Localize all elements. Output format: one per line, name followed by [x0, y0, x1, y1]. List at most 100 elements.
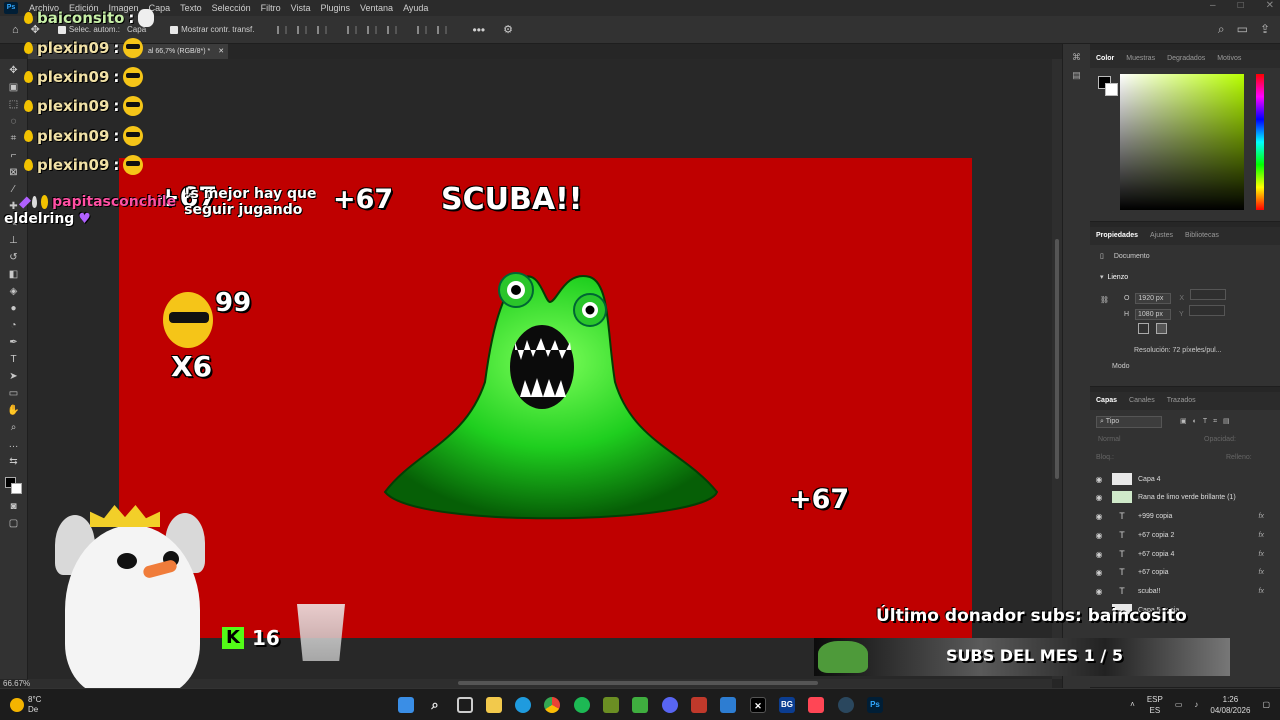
photoshop-taskbar-icon[interactable]: Ps: [867, 697, 883, 713]
bg-app-icon[interactable]: BG: [779, 697, 795, 713]
layer-row[interactable]: ◉ Rana de limo verde brillante (1): [1090, 488, 1280, 506]
tab-trazados[interactable]: Trazados: [1167, 397, 1196, 405]
layer-row[interactable]: ◉ T +67 copia 2 fx: [1090, 526, 1280, 544]
marquee-tool-icon[interactable]: ⬚: [7, 99, 21, 110]
align-center-icon[interactable]: [296, 25, 307, 34]
menu-texto[interactable]: Texto: [175, 3, 207, 13]
align-top-icon[interactable]: [346, 25, 357, 34]
scroll-thumb[interactable]: [458, 681, 818, 685]
align-middle-icon[interactable]: [366, 25, 377, 34]
tab-capas[interactable]: Capas: [1096, 397, 1117, 405]
height-input[interactable]: 1080 px: [1135, 309, 1172, 320]
eraser-tool-icon[interactable]: ◧: [7, 269, 21, 280]
windows-start-icon[interactable]: [398, 697, 414, 713]
hand-tool-icon[interactable]: ✋: [7, 405, 21, 416]
notifications-icon[interactable]: ▢: [1262, 694, 1270, 716]
document-canvas[interactable]: +67 +67 SCUBA!! 99 X6 +67: [119, 158, 972, 638]
creeper-icon[interactable]: [632, 697, 648, 713]
task-view-icon[interactable]: [457, 697, 473, 713]
clock[interactable]: 1:26 04/08/2026: [1210, 694, 1250, 716]
tab-bibliotecas[interactable]: Bibliotecas: [1185, 232, 1219, 240]
tab-canales[interactable]: Canales: [1129, 397, 1155, 405]
search-icon[interactable]: ⌕: [427, 697, 443, 713]
discord-icon[interactable]: [662, 697, 678, 713]
menu-seleccion[interactable]: Selección: [207, 3, 256, 13]
crop-tool-icon[interactable]: ⌐: [7, 150, 21, 161]
canvas-section[interactable]: ▾ Lienzo: [1100, 273, 1128, 281]
stamp-tool-icon[interactable]: ⊥: [7, 235, 21, 246]
close-tab-icon[interactable]: ✕: [218, 48, 224, 55]
capcut-icon[interactable]: ✕: [750, 697, 766, 713]
type-tool-icon[interactable]: T: [7, 354, 21, 365]
rectangle-tool-icon[interactable]: ▭: [7, 388, 21, 399]
search-icon[interactable]: ⌕: [1218, 22, 1225, 37]
eye-icon[interactable]: ◉: [1090, 493, 1108, 502]
valorant-icon[interactable]: [808, 697, 824, 713]
portrait-icon[interactable]: [1138, 323, 1149, 334]
blend-mode-select[interactable]: Normal: [1098, 436, 1121, 443]
x-input[interactable]: [1189, 289, 1226, 300]
color-swatches[interactable]: [4, 477, 23, 495]
eye-icon[interactable]: ◉: [1090, 531, 1108, 540]
fx-icon[interactable]: fx: [1259, 532, 1264, 539]
tab-propiedades[interactable]: Propiedades: [1096, 232, 1138, 240]
eyedropper-tool-icon[interactable]: ⁄: [7, 184, 21, 195]
eye-icon[interactable]: ◉: [1090, 475, 1108, 484]
path-select-tool-icon[interactable]: ➤: [7, 371, 21, 382]
fx-icon[interactable]: fx: [1259, 588, 1264, 595]
screen-mode-icon[interactable]: ▢: [7, 518, 21, 529]
chevron-up-icon[interactable]: ˄: [1130, 694, 1135, 716]
frame-tool-icon[interactable]: ⊠: [7, 167, 21, 178]
store-icon[interactable]: [720, 697, 736, 713]
background-color[interactable]: [10, 483, 22, 494]
quick-mask-icon[interactable]: ◙: [7, 501, 21, 512]
menu-ayuda[interactable]: Ayuda: [398, 3, 433, 13]
width-input[interactable]: 1920 px: [1135, 293, 1172, 304]
fx-icon[interactable]: fx: [1259, 551, 1264, 558]
edge-icon[interactable]: [515, 697, 531, 713]
eye-icon[interactable]: ◉: [1090, 568, 1108, 577]
color-picker-field[interactable]: [1120, 74, 1244, 210]
layer-row[interactable]: ◉ Capa 4: [1090, 470, 1280, 488]
layer-filter-icons[interactable]: ▣◐T⌗▤: [1180, 417, 1236, 426]
language-indicator[interactable]: ESP ES: [1147, 694, 1163, 716]
zoom-tool-icon[interactable]: ⌕: [7, 422, 21, 433]
distribute-icon[interactable]: [416, 25, 427, 34]
blur-tool-icon[interactable]: ●: [7, 303, 21, 314]
eye-icon[interactable]: ◉: [1090, 512, 1108, 521]
chrome-icon[interactable]: [544, 697, 560, 713]
share-icon[interactable]: ⇪: [1260, 22, 1270, 37]
more-options-icon[interactable]: •••: [473, 23, 486, 37]
tab-degradados[interactable]: Degradados: [1167, 55, 1205, 63]
layer-row[interactable]: ◉ T scuba!! fx: [1090, 582, 1280, 600]
scroll-thumb[interactable]: [1055, 239, 1059, 479]
app-icon[interactable]: [691, 697, 707, 713]
eye-icon[interactable]: ◉: [1090, 587, 1108, 596]
move-tool-icon[interactable]: ✥: [7, 65, 21, 76]
history-icon[interactable]: ⌘: [1071, 52, 1083, 62]
weather-widget[interactable]: 8°C De: [10, 695, 41, 715]
layer-filter-select[interactable]: ⌕ Tipo: [1096, 416, 1162, 428]
align-left-icon[interactable]: [276, 25, 287, 34]
minecraft-icon[interactable]: [603, 697, 619, 713]
tab-muestras[interactable]: Muestras: [1126, 55, 1155, 63]
y-input[interactable]: [1189, 305, 1226, 316]
artboard-tool-icon[interactable]: ▣: [7, 82, 21, 93]
home-icon[interactable]: ⌂: [12, 24, 19, 36]
gear-icon[interactable]: ⚙: [503, 23, 513, 36]
menu-plugins[interactable]: Plugins: [316, 3, 356, 13]
workspace-icon[interactable]: ▭: [1237, 22, 1248, 37]
background-color[interactable]: [1105, 83, 1118, 96]
volume-icon[interactable]: ♪: [1194, 694, 1198, 716]
panel-color-swatches[interactable]: [1098, 76, 1120, 98]
maximize-icon[interactable]: □: [1238, 0, 1244, 11]
fx-icon[interactable]: fx: [1259, 513, 1264, 520]
eye-icon[interactable]: ◉: [1090, 550, 1108, 559]
pen-tool-icon[interactable]: ✒: [7, 337, 21, 348]
minimize-icon[interactable]: –: [1210, 0, 1216, 11]
menu-ventana[interactable]: Ventana: [355, 3, 398, 13]
tab-ajustes[interactable]: Ajustes: [1150, 232, 1173, 240]
file-explorer-icon[interactable]: [486, 697, 502, 713]
steam-icon[interactable]: [838, 697, 854, 713]
menu-filtro[interactable]: Filtro: [256, 3, 286, 13]
